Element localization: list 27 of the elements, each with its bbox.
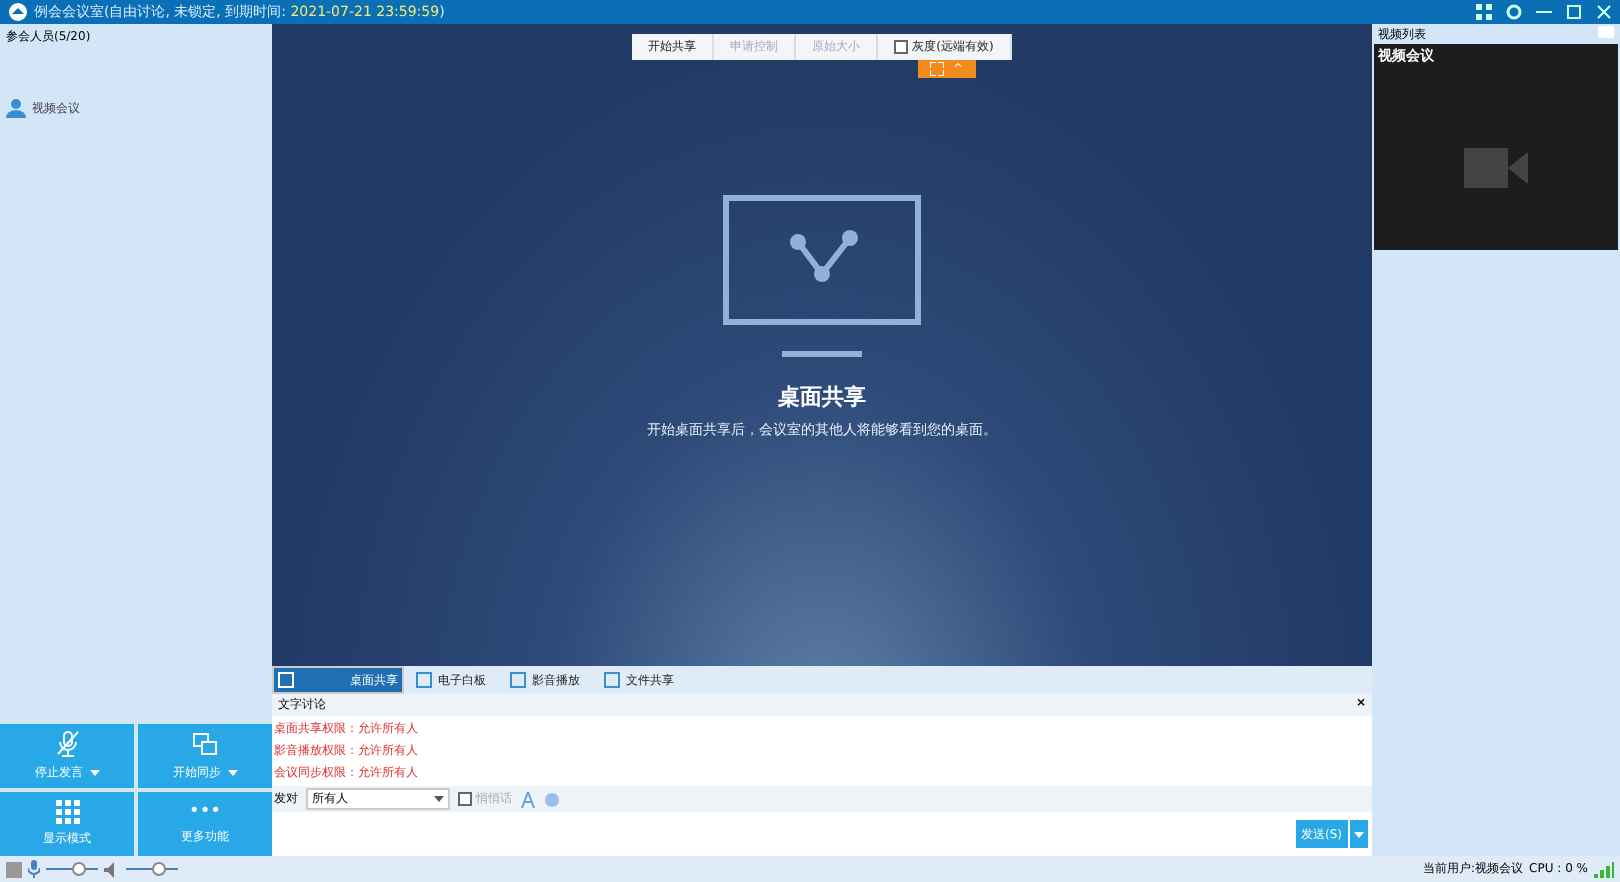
windows-icon (192, 731, 218, 757)
caret-icon (89, 770, 99, 776)
microphone-icon[interactable] (28, 860, 40, 878)
more-icon: ••• (189, 803, 221, 821)
caret-icon (1354, 831, 1364, 837)
muted-mic-icon (55, 730, 79, 758)
fullscreen-icon (930, 62, 945, 76)
tab-icon (416, 672, 432, 689)
grid-icon (55, 800, 79, 824)
video-camera-icon (1464, 147, 1528, 187)
tab-icon (278, 672, 294, 689)
share-title: 桌面共享 (778, 382, 866, 412)
maximize-icon[interactable] (1566, 4, 1582, 20)
close-icon[interactable] (1596, 4, 1612, 20)
user-icon (6, 98, 26, 118)
signal-icon (1594, 861, 1614, 877)
slider-thumb[interactable] (151, 862, 166, 876)
caret-icon (434, 796, 444, 802)
checkbox[interactable] (894, 40, 909, 54)
font-icon[interactable] (520, 791, 536, 807)
slider-thumb[interactable] (71, 862, 86, 876)
tab-icon (510, 672, 526, 689)
speaker-icon[interactable] (104, 861, 120, 877)
tab-icon (604, 672, 620, 689)
desktop-share-icon (722, 194, 922, 358)
grid-icon[interactable] (1476, 4, 1492, 20)
caret-icon (227, 769, 237, 775)
